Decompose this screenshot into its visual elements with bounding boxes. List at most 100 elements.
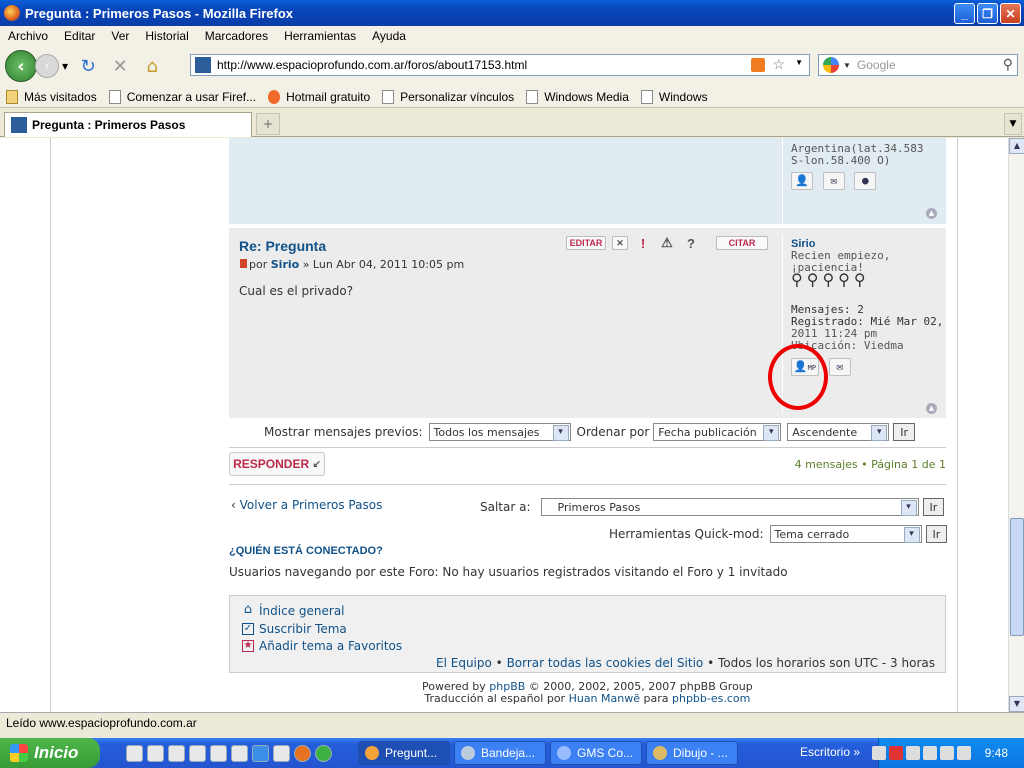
menu-archivo[interactable]: Archivo: [0, 29, 56, 43]
translator-link[interactable]: Huan Manwë: [569, 692, 640, 705]
maximize-button[interactable]: ❐: [977, 3, 998, 24]
index-link[interactable]: ⌂ Índice general: [242, 602, 345, 618]
email-icon[interactable]: ✉: [822, 172, 845, 190]
team-link[interactable]: El Equipo: [436, 656, 492, 670]
reload-icon[interactable]: ↻: [76, 54, 100, 78]
taskbar-item-firefox[interactable]: Pregunt...: [358, 741, 450, 765]
bookmark-item[interactable]: Comenzar a usar Firef...: [108, 89, 256, 104]
jump-go-button[interactable]: Ir: [922, 498, 945, 516]
scroll-thumb[interactable]: [1010, 518, 1024, 636]
report-icon[interactable]: !: [634, 236, 652, 251]
home-icon[interactable]: ⌂: [140, 54, 164, 78]
minimize-button[interactable]: _: [954, 3, 975, 24]
quicklaunch-icon[interactable]: [168, 744, 185, 762]
quicklaunch-icon[interactable]: [189, 744, 206, 762]
edit-button[interactable]: EDITAR: [566, 236, 606, 250]
delete-icon[interactable]: ✕: [612, 236, 628, 250]
quicklaunch-icon[interactable]: [147, 744, 164, 762]
delete-cookies-link[interactable]: Borrar todas las cookies del Sitio: [507, 656, 704, 670]
bookmark-item[interactable]: Windows Media: [526, 89, 629, 104]
back-to-top-icon[interactable]: ▲: [926, 403, 937, 414]
bookmarks-toolbar: Más visitados Comenzar a usar Firef... H…: [0, 86, 1024, 108]
clock[interactable]: 9:48: [985, 746, 1008, 760]
bookmark-item[interactable]: Hotmail gratuito: [268, 89, 370, 104]
scroll-down-arrow[interactable]: ▼: [1009, 696, 1024, 712]
menu-herramientas[interactable]: Herramientas: [276, 29, 364, 43]
order-select[interactable]: Fecha publicación: [653, 423, 782, 441]
pm-icon[interactable]: 👤: [791, 172, 813, 190]
new-tab-button[interactable]: +: [256, 113, 280, 135]
history-dropdown-icon[interactable]: ▼: [62, 62, 68, 71]
firefox-icon[interactable]: [294, 744, 311, 762]
messenger-icon[interactable]: [315, 744, 332, 762]
quicklaunch-icon[interactable]: [273, 744, 290, 762]
tray-icon[interactable]: [956, 746, 971, 760]
back-to-forum-link[interactable]: ‹ Volver a Primeros Pasos: [231, 498, 382, 512]
tray-icon[interactable]: [888, 746, 903, 760]
menu-ver[interactable]: Ver: [103, 29, 137, 43]
sort-go-button[interactable]: Ir: [893, 423, 916, 441]
website-icon[interactable]: ●: [854, 172, 877, 190]
address-bar[interactable]: http://www.espacioprofundo.com.ar/foros/…: [190, 54, 810, 76]
quicklaunch-icon[interactable]: [231, 744, 248, 762]
forward-button[interactable]: ›: [35, 54, 59, 78]
menu-ayuda[interactable]: Ayuda: [364, 29, 414, 43]
vertical-scrollbar[interactable]: ▲ ▼: [1008, 138, 1024, 712]
desktop-toolbar[interactable]: Escritorio »: [800, 745, 860, 759]
reply-button[interactable]: RESPONDER ↙: [229, 452, 325, 476]
bookmark-star-icon[interactable]: ☆: [772, 56, 785, 73]
sort-controls: Mostrar mensajes previos: Todos los mens…: [264, 423, 916, 441]
ie-icon[interactable]: [252, 744, 269, 762]
tray-icon[interactable]: [871, 746, 886, 760]
url-dropdown-icon[interactable]: ▼: [795, 58, 803, 67]
favorites-link[interactable]: ★ Añadir tema a Favoritos: [242, 639, 402, 653]
site-favicon: [11, 117, 27, 133]
author-link[interactable]: Sirio: [271, 258, 299, 271]
quote-button[interactable]: CITAR: [716, 236, 768, 250]
phpbb-es-link[interactable]: phpbb-es.com: [672, 692, 750, 705]
page-icon: [640, 89, 653, 104]
home-icon: ⌂: [243, 602, 253, 617]
stop-icon[interactable]: ✕: [108, 54, 132, 78]
jump-select[interactable]: Primeros Pasos: [540, 498, 919, 516]
scroll-up-arrow[interactable]: ▲: [1009, 138, 1024, 154]
tray-icon[interactable]: [905, 746, 920, 760]
warn-icon[interactable]: ⚠: [658, 235, 676, 250]
tab-active[interactable]: Pregunta : Primeros Pasos: [4, 112, 252, 137]
direction-select[interactable]: Ascendente: [787, 423, 890, 441]
quickmod-select[interactable]: Tema cerrado: [769, 525, 922, 543]
start-button[interactable]: Inicio: [0, 738, 100, 768]
bookmark-item[interactable]: Personalizar vínculos: [382, 89, 514, 104]
back-to-top-icon[interactable]: ▲: [926, 208, 937, 219]
taskbar-item-paint[interactable]: Dibujo - ...: [646, 741, 738, 765]
menu-editar[interactable]: Editar: [56, 29, 103, 43]
close-button[interactable]: ✕: [1000, 3, 1021, 24]
post-title[interactable]: Re: Pregunta: [239, 238, 326, 254]
taskbar-item-gms[interactable]: GMS Co...: [550, 741, 642, 765]
tray-icon[interactable]: [939, 746, 954, 760]
back-button[interactable]: ‹: [5, 50, 37, 82]
search-icon[interactable]: ⚲: [1003, 56, 1013, 73]
quicklaunch-icon[interactable]: [210, 744, 227, 762]
search-bar[interactable]: ▼ Google ⚲: [818, 54, 1018, 76]
show-select[interactable]: Todos los mensajes: [428, 423, 571, 441]
email-icon[interactable]: ✉: [828, 358, 851, 376]
menu-historial[interactable]: Historial: [137, 29, 196, 43]
url-text[interactable]: http://www.espacioprofundo.com.ar/foros/…: [217, 58, 527, 72]
tray-icon[interactable]: [922, 746, 937, 760]
bookmark-item[interactable]: Windows: [640, 89, 708, 104]
quickmod-go-button[interactable]: Ir: [925, 525, 948, 543]
divider: [229, 447, 946, 448]
quicklaunch-icon[interactable]: [126, 744, 143, 762]
menu-marcadores[interactable]: Marcadores: [197, 29, 276, 43]
rss-icon[interactable]: [751, 58, 765, 72]
subscribe-link[interactable]: ✓ Suscribir Tema: [242, 622, 347, 636]
engine-dropdown-icon[interactable]: ▼: [843, 61, 851, 70]
google-icon[interactable]: [823, 57, 839, 73]
taskbar-item-inbox[interactable]: Bandeja...: [454, 741, 546, 765]
bookmark-item[interactable]: Más visitados: [6, 89, 97, 104]
quickmod-label: Herramientas Quick-mod:: [609, 527, 764, 541]
info-icon[interactable]: ?: [682, 236, 700, 251]
search-placeholder[interactable]: Google: [857, 58, 896, 72]
tab-list-button[interactable]: ▼: [1004, 113, 1022, 135]
